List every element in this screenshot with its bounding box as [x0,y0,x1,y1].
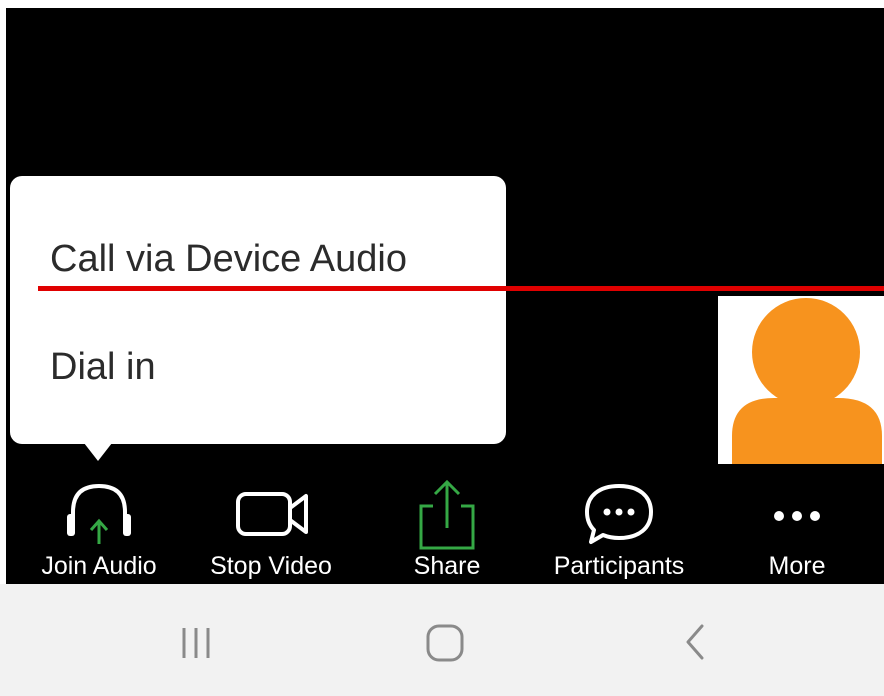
dial-in-option[interactable]: Dial in [50,346,156,389]
chat-bubble-icon [585,484,653,544]
stop-video-label: Stop Video [210,552,332,580]
join-audio-button[interactable]: Join Audio [24,464,174,584]
self-video-thumbnail[interactable] [718,296,884,464]
call-via-device-audio-option[interactable]: Call via Device Audio [50,238,407,281]
share-label: Share [413,552,481,580]
headphones-icon [67,483,131,544]
join-audio-label: Join Audio [41,552,157,580]
more-button[interactable]: More [722,464,872,584]
video-camera-icon [236,492,308,536]
participants-label: Participants [553,552,685,580]
back-button[interactable] [668,614,728,664]
recent-apps-button[interactable] [172,614,232,664]
join-audio-popup: Call via Device Audio Dial in [10,176,506,444]
share-upload-icon [419,479,475,550]
share-button[interactable]: Share [372,464,522,584]
avatar-icon [718,296,884,464]
more-dots-icon [774,511,820,521]
home-button[interactable] [416,614,476,664]
highlight-underline [38,286,884,291]
popup-pointer [84,443,112,461]
home-icon [426,624,464,662]
more-label: More [768,552,826,580]
android-navigation-bar [0,584,884,696]
recent-apps-icon [182,628,210,658]
meeting-toolbar: Join Audio Stop Video Share Participants [6,464,884,584]
stop-video-button[interactable]: Stop Video [196,464,346,584]
back-icon [686,624,704,660]
participants-button[interactable]: Participants [544,464,694,584]
